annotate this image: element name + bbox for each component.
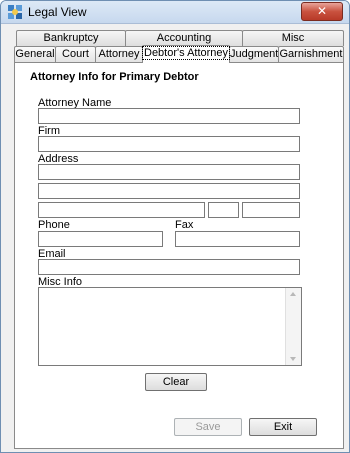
zip-field[interactable] <box>242 202 300 218</box>
window-title: Legal View <box>28 5 87 19</box>
title-bar[interactable]: Legal View ✕ <box>1 1 349 24</box>
save-button[interactable]: Save <box>174 418 242 436</box>
tab-accounting[interactable]: Accounting <box>125 30 243 46</box>
scroll-up-icon[interactable] <box>290 292 296 296</box>
misc-info-textarea[interactable] <box>38 287 302 366</box>
exit-button[interactable]: Exit <box>249 418 317 436</box>
firm-field[interactable] <box>38 136 300 152</box>
tab-attorney[interactable]: Attorney <box>95 46 143 62</box>
attorney-name-field[interactable] <box>38 108 300 124</box>
phone-label: Phone <box>38 219 70 231</box>
email-field[interactable] <box>38 259 300 275</box>
dialog-client-area: Bankruptcy Accounting Misc General Court… <box>4 27 346 449</box>
section-heading: Attorney Info for Primary Debtor <box>30 71 199 83</box>
scroll-down-icon[interactable] <box>290 357 296 361</box>
fax-label: Fax <box>175 219 194 231</box>
tab-garnishment[interactable]: Garnishment <box>278 46 344 62</box>
state-field[interactable] <box>208 202 239 218</box>
address-line1-field[interactable] <box>38 164 300 180</box>
fax-field[interactable] <box>175 231 300 247</box>
tab-general[interactable]: General <box>14 46 56 62</box>
tab-bankruptcy[interactable]: Bankruptcy <box>16 30 126 46</box>
city-field[interactable] <box>38 202 205 218</box>
address-line2-field[interactable] <box>38 183 300 199</box>
tab-judgment[interactable]: Judgment <box>229 46 279 62</box>
tab-debtors-attorney[interactable]: Debtor's Attorney <box>141 45 231 63</box>
tab-court[interactable]: Court <box>55 46 96 62</box>
clear-button[interactable]: Clear <box>145 373 207 391</box>
tab-misc[interactable]: Misc <box>242 30 344 46</box>
close-button[interactable]: ✕ <box>301 2 343 21</box>
legal-view-window: Legal View ✕ Bankruptcy Accounting Misc … <box>0 0 350 453</box>
close-icon: ✕ <box>316 4 328 18</box>
phone-field[interactable] <box>38 231 163 247</box>
app-icon <box>8 5 22 19</box>
misc-info-scrollbar[interactable] <box>285 288 301 365</box>
